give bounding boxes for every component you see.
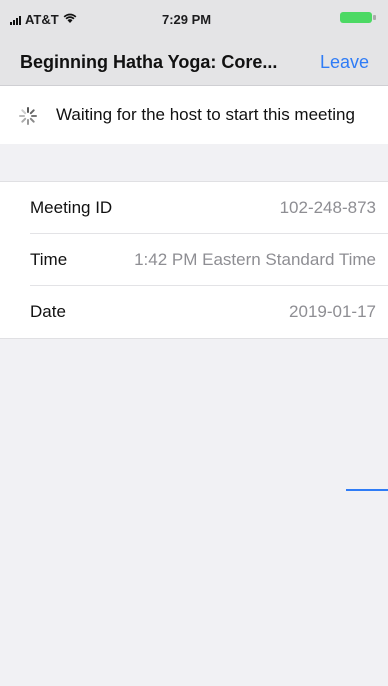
date-value: 2019-01-17 [289,302,376,321]
clock: 7:29 PM [162,12,212,27]
loading-spinner-icon [19,107,37,125]
meeting-id-value: 102-248-873 [279,198,376,217]
time-value: 1:42 PM Eastern Standard Time [134,250,376,269]
navigation-bar: Beginning Hatha Yoga: Core... Leave [0,36,388,86]
time-label: Time [30,250,68,269]
signal-strength-icon [10,15,21,25]
status-bar: AT&T 7:29 PM [0,0,388,36]
meeting-title: Beginning Hatha Yoga: Core... [20,52,278,72]
date-label: Date [30,302,66,321]
section-spacer [0,144,388,182]
meeting-id-row: Meeting ID 102-248-873 [30,182,388,234]
meeting-info-list: Meeting ID 102-248-873 Time 1:42 PM East… [0,182,388,339]
meeting-id-label: Meeting ID [30,198,113,217]
time-row: Time 1:42 PM Eastern Standard Time [30,234,388,286]
leave-button[interactable]: Leave [320,52,369,73]
main-content-area [0,339,388,686]
waiting-banner: Waiting for the host to start this meeti… [0,86,388,144]
waiting-message: Waiting for the host to start this meeti… [56,105,355,124]
battery-icon [340,12,380,23]
date-row: Date 2019-01-17 [30,286,388,338]
accent-line [346,489,388,491]
carrier-name: AT&T [25,12,59,27]
carrier-group: AT&T [10,12,77,27]
wifi-icon [63,13,77,27]
